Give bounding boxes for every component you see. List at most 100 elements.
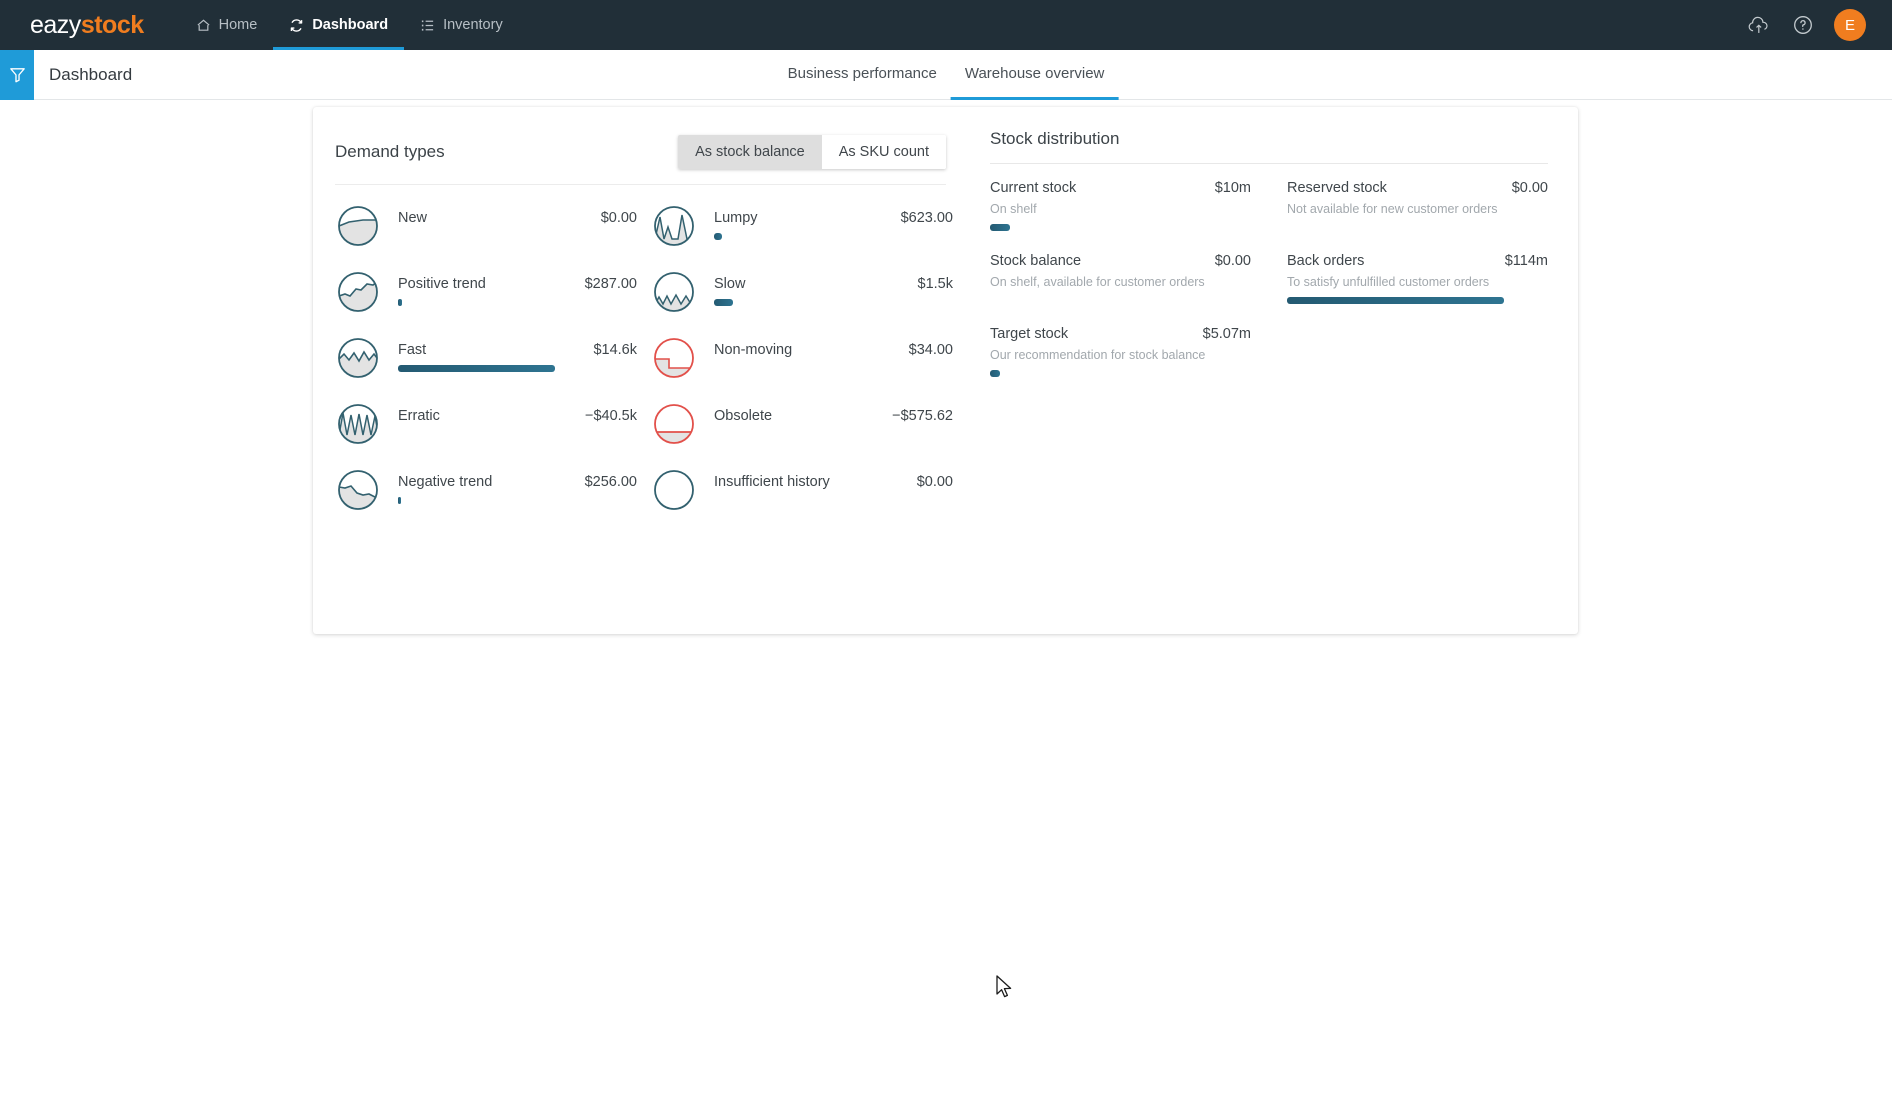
demand-type-slow[interactable]: Slow $1.5k xyxy=(651,259,967,325)
demand-type-fast[interactable]: Fast $14.6k xyxy=(335,325,651,391)
stock-item-label: Current stock xyxy=(990,180,1077,196)
demand-types-view-toggle: As stock balance As SKU count xyxy=(678,135,946,169)
stock-item-current-stock[interactable]: Current stock $10m On shelf xyxy=(990,180,1251,253)
demand-type-bar-track xyxy=(714,431,967,438)
brand-logo[interactable]: eazystock xyxy=(30,11,144,40)
home-icon xyxy=(196,18,211,33)
nav-item-dashboard[interactable]: Dashboard xyxy=(273,0,404,50)
fast-demand-icon xyxy=(335,335,381,381)
toggle-as-stock-balance[interactable]: As stock balance xyxy=(678,135,822,169)
nav-item-home-label: Home xyxy=(218,17,258,33)
demand-type-bar-track xyxy=(398,431,651,438)
stock-distribution-divider xyxy=(990,163,1548,164)
demand-type-value: −$575.62 xyxy=(892,408,953,424)
stock-item-label: Target stock xyxy=(990,326,1069,342)
brand-logo-second: stock xyxy=(80,10,144,39)
demand-type-label: Negative trend xyxy=(398,474,493,490)
dashboard-tabs: Business performance Warehouse overview xyxy=(774,50,1119,100)
demand-types-title: Demand types xyxy=(335,142,445,161)
stock-item-value: $10m xyxy=(1214,180,1251,196)
demand-type-value: $287.00 xyxy=(584,276,637,292)
stock-item-bar-track xyxy=(1287,224,1548,231)
stock-distribution-grid: Current stock $10m On shelf Reserved sto… xyxy=(990,180,1548,399)
stock-item-subtitle: Not available for new customer orders xyxy=(1287,202,1498,216)
non-moving-icon xyxy=(651,335,697,381)
demand-type-bar-fill xyxy=(398,497,401,504)
demand-type-label: Positive trend xyxy=(398,276,486,292)
cloud-upload-icon[interactable] xyxy=(1746,12,1772,38)
stock-item-bar-track xyxy=(990,370,1251,377)
nav-item-home[interactable]: Home xyxy=(180,0,274,50)
demand-type-bar-track xyxy=(714,299,967,306)
demand-type-negative-trend[interactable]: Negative trend $256.00 xyxy=(335,457,651,523)
demand-types-divider xyxy=(335,184,946,185)
demand-type-bar-fill xyxy=(714,299,733,306)
demand-type-bar-track xyxy=(398,233,651,240)
insufficient-history-icon xyxy=(651,467,697,513)
positive-trend-icon xyxy=(335,269,381,315)
brand-logo-first: eazy xyxy=(30,10,81,39)
avatar[interactable]: E xyxy=(1834,9,1866,41)
nav-item-dashboard-label: Dashboard xyxy=(312,17,389,33)
demand-type-bar-fill xyxy=(714,233,722,240)
demand-types-header: Demand types As stock balance As SKU cou… xyxy=(335,133,968,171)
nav-item-inventory[interactable]: Inventory xyxy=(404,0,519,50)
mouse-cursor xyxy=(995,975,1015,1001)
demand-type-bar-track xyxy=(714,365,967,372)
demand-type-bar-track xyxy=(398,365,651,372)
demand-type-label: Erratic xyxy=(398,408,440,424)
new-demand-icon xyxy=(335,203,381,249)
demand-type-value: $14.6k xyxy=(593,342,637,358)
demand-type-bar-track xyxy=(398,497,651,504)
page-body: Demand types As stock balance As SKU cou… xyxy=(0,101,1892,1116)
demand-type-bar-track xyxy=(714,497,967,504)
demand-type-value: $0.00 xyxy=(916,474,953,490)
stock-item-label: Reserved stock xyxy=(1287,180,1387,196)
stock-distribution-panel: Stock distribution Current stock $10m On… xyxy=(968,107,1578,634)
demand-type-positive-trend[interactable]: Positive trend $287.00 xyxy=(335,259,651,325)
stock-item-value: $0.00 xyxy=(1511,180,1548,196)
demand-type-new[interactable]: New $0.00 xyxy=(335,193,651,259)
stock-item-bar-track xyxy=(990,297,1251,304)
stock-item-stock-balance[interactable]: Stock balance $0.00 On shelf, available … xyxy=(990,253,1251,326)
primary-nav: Home Dashboard Inventory xyxy=(180,0,519,50)
stock-item-subtitle: To satisfy unfulfilled customer orders xyxy=(1287,275,1490,289)
tab-business-performance[interactable]: Business performance xyxy=(774,50,951,100)
demand-type-label: Non-moving xyxy=(714,342,793,358)
demand-type-erratic[interactable]: Erratic −$40.5k xyxy=(335,391,651,457)
demand-type-label: Obsolete xyxy=(714,408,773,424)
demand-type-label: Insufficient history xyxy=(714,474,830,490)
sub-header: Dashboard Business performance Warehouse… xyxy=(0,49,1892,100)
demand-types-panel: Demand types As stock balance As SKU cou… xyxy=(313,107,968,634)
stock-item-subtitle: Our recommendation for stock balance xyxy=(990,348,1206,362)
demand-type-value: −$40.5k xyxy=(584,408,637,424)
stock-item-value: $5.07m xyxy=(1202,326,1251,342)
demand-type-obsolete[interactable]: Obsolete −$575.62 xyxy=(651,391,967,457)
warehouse-overview-card: Demand types As stock balance As SKU cou… xyxy=(313,107,1578,634)
stock-item-value: $0.00 xyxy=(1214,253,1251,269)
top-navigation-bar: eazystock Home Dashboard Inventory E xyxy=(0,0,1892,50)
filter-icon[interactable] xyxy=(0,49,34,100)
demand-type-label: Lumpy xyxy=(714,210,758,226)
demand-type-value: $0.00 xyxy=(600,210,637,226)
stock-item-back-orders[interactable]: Back orders $114m To satisfy unfulfilled… xyxy=(1287,253,1548,326)
stock-item-target-stock[interactable]: Target stock $5.07m Our recommendation f… xyxy=(990,326,1251,399)
demand-type-bar-track xyxy=(398,299,651,306)
help-circle-icon[interactable] xyxy=(1790,12,1816,38)
stock-item-subtitle: On shelf xyxy=(990,202,1037,216)
demand-type-insufficient-history[interactable]: Insufficient history $0.00 xyxy=(651,457,967,523)
demand-type-value: $34.00 xyxy=(908,342,953,358)
negative-trend-icon xyxy=(335,467,381,513)
toggle-as-sku-count[interactable]: As SKU count xyxy=(821,135,946,169)
obsolete-icon xyxy=(651,401,697,447)
demand-type-bar-track xyxy=(714,233,967,240)
tab-warehouse-overview[interactable]: Warehouse overview xyxy=(950,50,1119,100)
page-title: Dashboard xyxy=(49,64,133,84)
demand-type-lumpy[interactable]: Lumpy $623.00 xyxy=(651,193,967,259)
demand-type-non-moving[interactable]: Non-moving $34.00 xyxy=(651,325,967,391)
stock-item-subtitle: On shelf, available for customer orders xyxy=(990,275,1205,289)
stock-item-reserved-stock[interactable]: Reserved stock $0.00 Not available for n… xyxy=(1287,180,1548,253)
demand-type-label: Slow xyxy=(714,276,746,292)
stock-distribution-title: Stock distribution xyxy=(990,129,1120,148)
demand-type-bar-fill xyxy=(398,299,402,306)
